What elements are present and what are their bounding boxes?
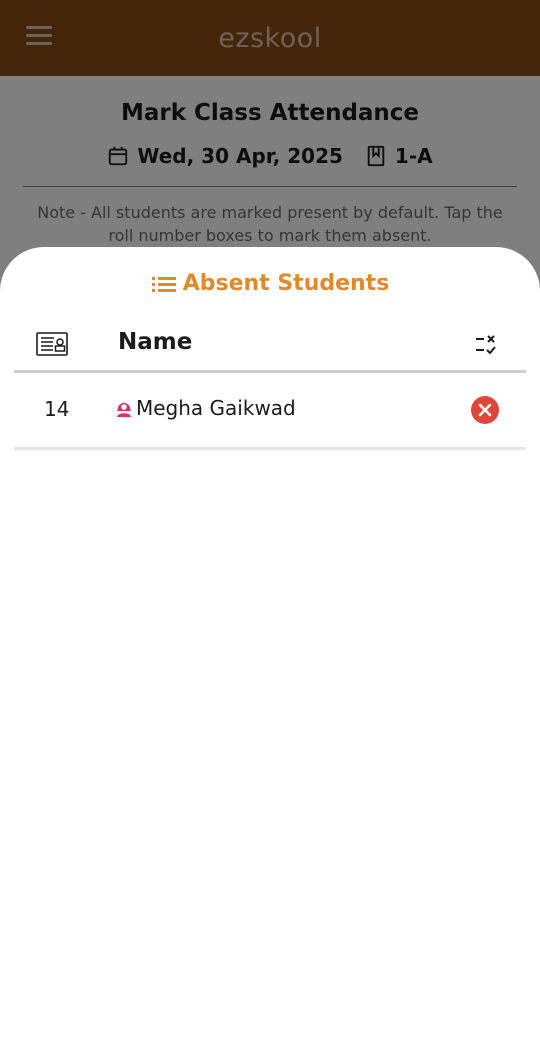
remove-absent-button[interactable]	[471, 396, 499, 424]
name-header: Name	[118, 329, 193, 355]
sheet-title-label: Absent Students	[182, 271, 390, 296]
student-name: Megha Gaikwad	[136, 396, 296, 420]
girl-student-icon	[117, 402, 131, 417]
table-row: 14 Megha Gaikwad	[14, 373, 526, 450]
student-name-cell: Megha Gaikwad	[114, 396, 296, 420]
sheet-title: Absent Students	[0, 271, 540, 296]
roll-id-icon	[36, 332, 68, 360]
close-icon	[478, 403, 492, 417]
absent-students-sheet: Absent Students Name 14 Megha Gaikwad	[0, 247, 540, 1055]
roll-number: 14	[44, 397, 70, 421]
list-icon	[151, 276, 176, 292]
rule-icon	[474, 333, 498, 361]
table-header: Name	[14, 325, 526, 373]
